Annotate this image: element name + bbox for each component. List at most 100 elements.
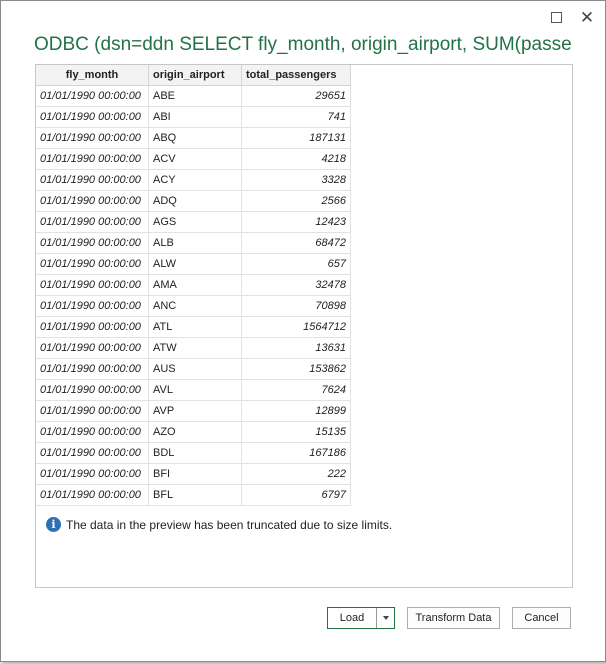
cell-origin-airport: AUS (148, 358, 242, 380)
cell-fly-month: 01/01/1990 00:00:00 (36, 211, 149, 233)
odbc-preview-dialog: ✕ ODBC (dsn=ddn SELECT fly_month, origin… (0, 0, 606, 662)
cell-fly-month: 01/01/1990 00:00:00 (36, 190, 149, 212)
cell-total-passengers: 7624 (241, 379, 351, 401)
load-dropdown-button[interactable] (377, 608, 394, 628)
cell-total-passengers: 167186 (241, 442, 351, 464)
column-header-fly-month[interactable]: fly_month (36, 65, 149, 86)
cell-origin-airport: ATW (148, 337, 242, 359)
cell-fly-month: 01/01/1990 00:00:00 (36, 358, 149, 380)
preview-table: fly_month origin_airport total_passenger… (36, 65, 351, 506)
maximize-button[interactable] (545, 7, 567, 27)
cell-origin-airport: AVP (148, 400, 242, 422)
cell-fly-month: 01/01/1990 00:00:00 (36, 232, 149, 254)
maximize-icon (550, 11, 562, 23)
cancel-button[interactable]: Cancel (512, 607, 571, 629)
table-row: 01/01/1990 00:00:00 AGS 12423 (36, 211, 351, 233)
cell-total-passengers: 153862 (241, 358, 351, 380)
table-row: 01/01/1990 00:00:00 ALB 68472 (36, 232, 351, 254)
cell-origin-airport: AGS (148, 211, 242, 233)
cell-fly-month: 01/01/1990 00:00:00 (36, 379, 149, 401)
cell-total-passengers: 32478 (241, 274, 351, 296)
cell-origin-airport: AMA (148, 274, 242, 296)
cell-total-passengers: 6797 (241, 484, 351, 506)
cell-total-passengers: 1564712 (241, 316, 351, 338)
table-row: 01/01/1990 00:00:00 ATL 1564712 (36, 316, 351, 338)
cell-total-passengers: 741 (241, 106, 351, 128)
cell-fly-month: 01/01/1990 00:00:00 (36, 253, 149, 275)
close-button[interactable]: ✕ (576, 7, 598, 27)
table-row: 01/01/1990 00:00:00 ANC 70898 (36, 295, 351, 317)
table-row: 01/01/1990 00:00:00 ABQ 187131 (36, 127, 351, 149)
cell-origin-airport: ALW (148, 253, 242, 275)
transform-data-button[interactable]: Transform Data (407, 607, 500, 629)
table-row: 01/01/1990 00:00:00 BDL 167186 (36, 442, 351, 464)
cell-total-passengers: 68472 (241, 232, 351, 254)
cell-fly-month: 01/01/1990 00:00:00 (36, 421, 149, 443)
table-row: 01/01/1990 00:00:00 ABE 29651 (36, 85, 351, 107)
cell-fly-month: 01/01/1990 00:00:00 (36, 274, 149, 296)
cell-fly-month: 01/01/1990 00:00:00 (36, 85, 149, 107)
cell-origin-airport: AVL (148, 379, 242, 401)
cell-fly-month: 01/01/1990 00:00:00 (36, 127, 149, 149)
truncation-notice: i The data in the preview has been trunc… (46, 517, 392, 532)
cell-origin-airport: ACY (148, 169, 242, 191)
cell-total-passengers: 15135 (241, 421, 351, 443)
table-row: 01/01/1990 00:00:00 AUS 153862 (36, 358, 351, 380)
cell-origin-airport: ABE (148, 85, 242, 107)
load-split-button: Load (327, 607, 395, 629)
cell-total-passengers: 657 (241, 253, 351, 275)
cell-total-passengers: 2566 (241, 190, 351, 212)
cell-fly-month: 01/01/1990 00:00:00 (36, 400, 149, 422)
cell-fly-month: 01/01/1990 00:00:00 (36, 484, 149, 506)
cell-origin-airport: BFL (148, 484, 242, 506)
cell-total-passengers: 222 (241, 463, 351, 485)
cell-origin-airport: ALB (148, 232, 242, 254)
cell-fly-month: 01/01/1990 00:00:00 (36, 148, 149, 170)
table-row: 01/01/1990 00:00:00 AMA 32478 (36, 274, 351, 296)
cell-fly-month: 01/01/1990 00:00:00 (36, 106, 149, 128)
cell-fly-month: 01/01/1990 00:00:00 (36, 442, 149, 464)
close-icon: ✕ (579, 7, 595, 27)
cell-total-passengers: 12423 (241, 211, 351, 233)
cell-total-passengers: 3328 (241, 169, 351, 191)
cell-origin-airport: ANC (148, 295, 242, 317)
cell-total-passengers: 187131 (241, 127, 351, 149)
table-row: 01/01/1990 00:00:00 AVP 12899 (36, 400, 351, 422)
cell-fly-month: 01/01/1990 00:00:00 (36, 295, 149, 317)
table-header-row: fly_month origin_airport total_passenger… (36, 65, 351, 86)
chevron-down-icon (382, 616, 389, 620)
table-row: 01/01/1990 00:00:00 ALW 657 (36, 253, 351, 275)
cell-total-passengers: 13631 (241, 337, 351, 359)
cell-total-passengers: 4218 (241, 148, 351, 170)
column-header-origin-airport[interactable]: origin_airport (148, 65, 242, 86)
cell-fly-month: 01/01/1990 00:00:00 (36, 169, 149, 191)
cell-origin-airport: BFI (148, 463, 242, 485)
cell-fly-month: 01/01/1990 00:00:00 (36, 337, 149, 359)
table-row: 01/01/1990 00:00:00 ACV 4218 (36, 148, 351, 170)
truncation-notice-text: The data in the preview has been truncat… (66, 517, 393, 532)
load-button[interactable]: Load (328, 608, 377, 628)
table-row: 01/01/1990 00:00:00 AVL 7624 (36, 379, 351, 401)
cell-fly-month: 01/01/1990 00:00:00 (36, 316, 149, 338)
info-icon: i (46, 517, 61, 532)
cell-origin-airport: BDL (148, 442, 242, 464)
cell-origin-airport: ACV (148, 148, 242, 170)
cell-origin-airport: ABQ (148, 127, 242, 149)
table-body: 01/01/1990 00:00:00 ABE 29651 01/01/1990 00… (36, 85, 351, 506)
cell-total-passengers: 29651 (241, 85, 351, 107)
table-row: 01/01/1990 00:00:00 AZO 15135 (36, 421, 351, 443)
table-row: 01/01/1990 00:00:00 ADQ 2566 (36, 190, 351, 212)
table-row: 01/01/1990 00:00:00 ATW 13631 (36, 337, 351, 359)
dialog-title: ODBC (dsn=ddn SELECT fly_month, origin_a… (34, 34, 574, 55)
cell-origin-airport: ADQ (148, 190, 242, 212)
table-row: 01/01/1990 00:00:00 ABI 741 (36, 106, 351, 128)
table-row: 01/01/1990 00:00:00 BFI 222 (36, 463, 351, 485)
cell-total-passengers: 12899 (241, 400, 351, 422)
preview-panel[interactable]: fly_month origin_airport total_passenger… (35, 64, 573, 588)
cell-origin-airport: ATL (148, 316, 242, 338)
cell-origin-airport: ABI (148, 106, 242, 128)
cell-origin-airport: AZO (148, 421, 242, 443)
table-row: 01/01/1990 00:00:00 ACY 3328 (36, 169, 351, 191)
table-row: 01/01/1990 00:00:00 BFL 6797 (36, 484, 351, 506)
column-header-total-passengers[interactable]: total_passengers (241, 65, 351, 86)
